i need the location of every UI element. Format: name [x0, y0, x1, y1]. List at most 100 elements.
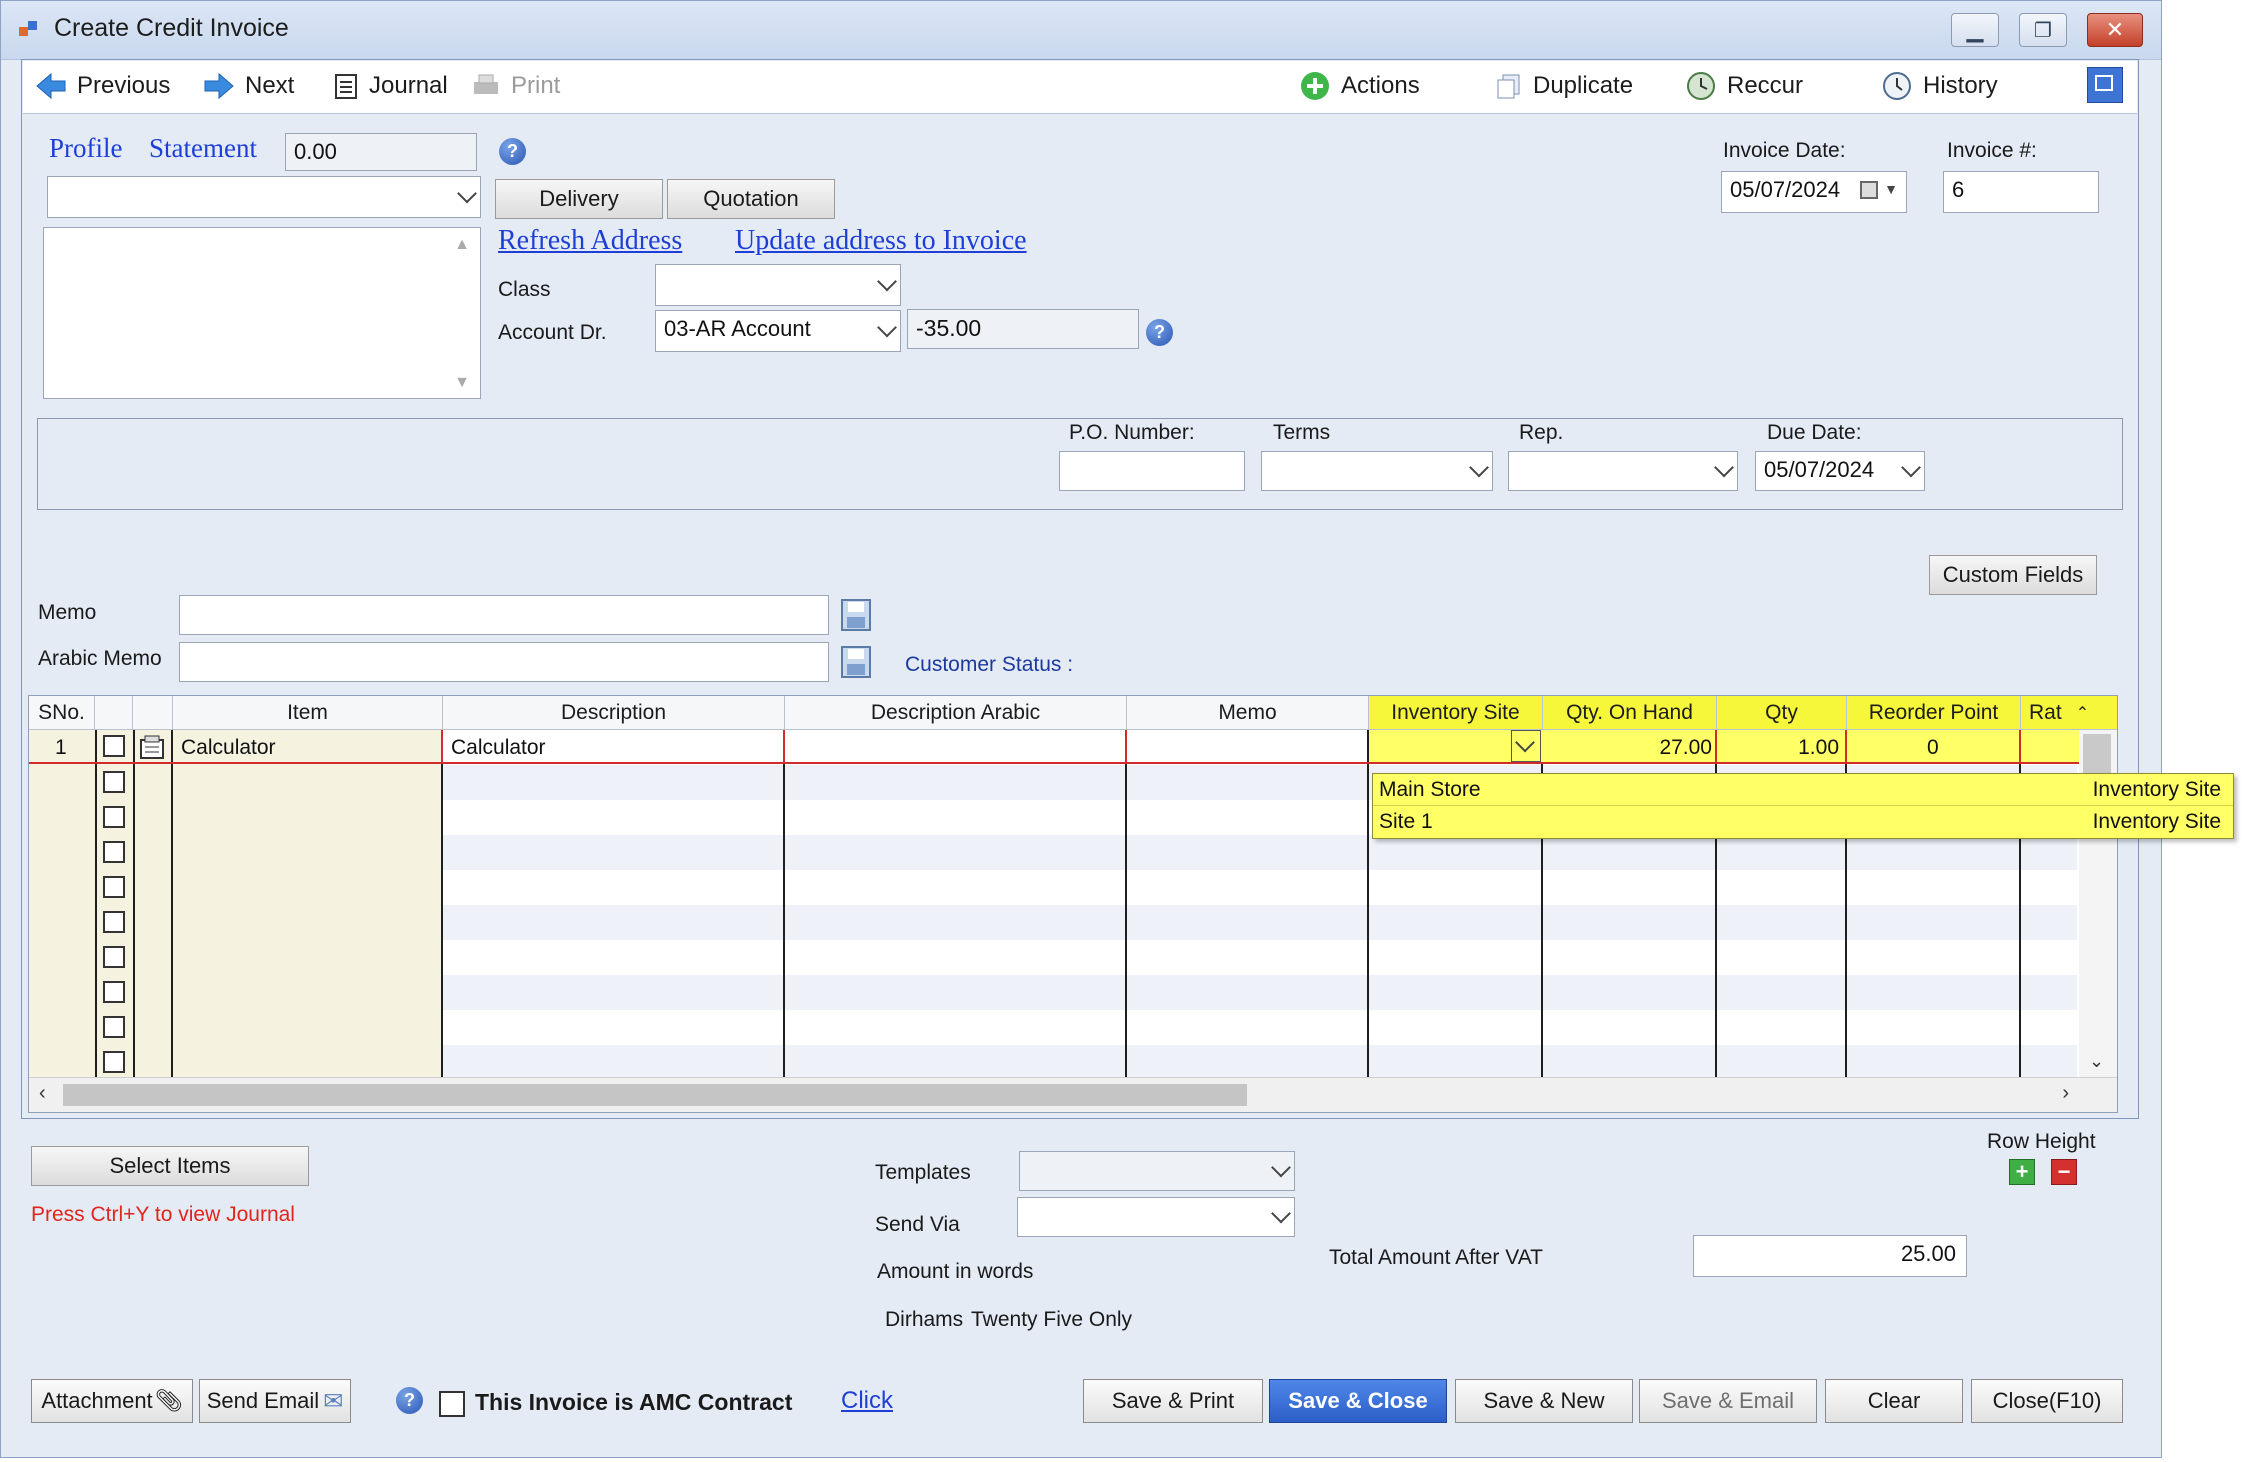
amc-contract-checkbox[interactable]: [439, 1391, 465, 1417]
dropdown-option[interactable]: Main Store Inventory Site: [1373, 774, 2233, 806]
window-toggle-button[interactable]: [2087, 67, 2123, 103]
row-item[interactable]: Calculator: [181, 736, 276, 760]
row-height-decrease-button[interactable]: −: [2051, 1159, 2077, 1185]
column-header-rate[interactable]: Rat ⌃: [2021, 696, 2117, 730]
invoice-date-label: Invoice Date:: [1723, 139, 1846, 162]
column-header-icon[interactable]: [133, 696, 173, 730]
option-type: Inventory Site: [2092, 778, 2221, 801]
horizontal-scroll-thumb[interactable]: [63, 1084, 1247, 1106]
send-email-button[interactable]: Send Email ✉: [199, 1379, 351, 1423]
refresh-address-link[interactable]: Refresh Address: [498, 225, 682, 257]
close-window-button[interactable]: ✕: [2087, 13, 2143, 47]
total-after-vat-label: Total Amount After VAT: [1329, 1246, 1543, 1269]
minimize-button[interactable]: ▁: [1951, 13, 1999, 47]
row-checkbox[interactable]: [103, 771, 125, 793]
column-header-sno[interactable]: SNo.: [29, 696, 95, 730]
actions-button[interactable]: Actions: [1299, 69, 1420, 103]
row-checkbox[interactable]: [103, 981, 125, 1003]
memo-save-button[interactable]: [839, 597, 873, 633]
row-checkbox[interactable]: [103, 1051, 125, 1073]
templates-select[interactable]: [1019, 1151, 1295, 1191]
memo-input[interactable]: [179, 595, 829, 635]
column-header-inventory-site[interactable]: Inventory Site: [1369, 696, 1543, 730]
actions-label: Actions: [1341, 72, 1420, 99]
delivery-button[interactable]: Delivery: [495, 179, 663, 219]
row-checkbox[interactable]: [103, 876, 125, 898]
chevron-down-icon: [1271, 1157, 1291, 1178]
statement-link[interactable]: Statement: [149, 133, 257, 164]
combo-dropdown-button[interactable]: [1511, 730, 1541, 762]
scroll-left-icon[interactable]: ‹: [39, 1082, 46, 1105]
update-address-link[interactable]: Update address to Invoice: [735, 225, 1027, 257]
table-row[interactable]: 1 Calculator Calculator 27.00 1.00 0: [29, 730, 2079, 764]
column-header-item[interactable]: Item: [173, 696, 443, 730]
due-date-field[interactable]: 05/07/2024: [1755, 451, 1925, 491]
inventory-site-dropdown: Main Store Inventory Site Site 1 Invento…: [1372, 773, 2234, 839]
billing-address-textarea[interactable]: ▲ ▼: [43, 227, 481, 399]
column-header-description-arabic[interactable]: Description Arabic: [785, 696, 1127, 730]
next-button[interactable]: Next: [203, 69, 294, 103]
save-new-button[interactable]: Save & New: [1455, 1379, 1633, 1423]
po-number-field[interactable]: [1059, 451, 1245, 491]
dropdown-option[interactable]: Site 1 Inventory Site: [1373, 806, 2233, 837]
scroll-right-icon[interactable]: ›: [2062, 1082, 2069, 1105]
arabic-memo-save-button[interactable]: [839, 644, 873, 680]
row-height-increase-button[interactable]: +: [2009, 1159, 2035, 1185]
profile-link[interactable]: Profile: [49, 133, 123, 164]
history-clock-icon: [1883, 72, 1911, 100]
item-details-icon[interactable]: [139, 734, 167, 760]
column-header-check[interactable]: [95, 696, 133, 730]
row-description[interactable]: Calculator: [451, 736, 546, 760]
rep-select[interactable]: [1508, 451, 1738, 491]
print-button[interactable]: Print: [471, 69, 560, 103]
vertical-scroll-thumb[interactable]: [2083, 734, 2111, 774]
reccur-button[interactable]: Reccur: [1685, 69, 1803, 103]
row-checkbox[interactable]: [103, 1016, 125, 1038]
history-button[interactable]: History: [1881, 69, 1998, 103]
arrow-left-icon: [36, 72, 66, 100]
custom-fields-button[interactable]: Custom Fields: [1929, 555, 2097, 595]
invoice-date-field[interactable]: 05/07/2024 ▼: [1721, 171, 1907, 213]
column-header-qty-on-hand[interactable]: Qty. On Hand: [1543, 696, 1717, 730]
row-checkbox[interactable]: [103, 735, 125, 757]
customer-select[interactable]: [47, 176, 481, 218]
arabic-memo-input[interactable]: [179, 642, 829, 682]
save-print-button[interactable]: Save & Print: [1083, 1379, 1263, 1423]
row-checkbox[interactable]: [103, 806, 125, 828]
terms-select[interactable]: [1261, 451, 1493, 491]
amc-click-link[interactable]: Click: [841, 1387, 893, 1415]
send-via-select[interactable]: [1017, 1197, 1295, 1237]
close-f10-button[interactable]: Close(F10): [1971, 1379, 2123, 1423]
help-icon[interactable]: ?: [396, 1387, 423, 1414]
horizontal-scrollbar[interactable]: ‹ ›: [29, 1077, 2117, 1112]
save-close-button[interactable]: Save & Close: [1269, 1379, 1447, 1423]
chevron-down-icon: [1469, 457, 1489, 478]
attachment-button[interactable]: Attachment 📎︎: [31, 1379, 193, 1423]
column-header-memo[interactable]: Memo: [1127, 696, 1369, 730]
memo-label: Memo: [38, 601, 97, 624]
help-icon[interactable]: ?: [1146, 319, 1173, 346]
journal-button[interactable]: Journal: [333, 69, 448, 103]
col-sep: [1367, 730, 1369, 1078]
duplicate-icon: [1497, 74, 1520, 99]
help-icon[interactable]: ?: [499, 138, 526, 165]
save-email-button[interactable]: Save & Email: [1639, 1379, 1817, 1423]
invoice-number-field[interactable]: 6: [1943, 171, 2099, 213]
column-header-qty[interactable]: Qty: [1717, 696, 1847, 730]
row-qty[interactable]: 1.00: [1729, 736, 1839, 760]
scroll-down-icon[interactable]: ⌄: [2089, 1051, 2104, 1072]
clear-button[interactable]: Clear: [1825, 1379, 1963, 1423]
inventory-site-combo[interactable]: [1369, 730, 1541, 762]
column-header-description[interactable]: Description: [443, 696, 785, 730]
duplicate-button[interactable]: Duplicate: [1495, 69, 1633, 103]
select-items-button[interactable]: Select Items: [31, 1146, 309, 1186]
row-checkbox[interactable]: [103, 911, 125, 933]
previous-button[interactable]: Previous: [35, 69, 170, 103]
row-checkbox[interactable]: [103, 946, 125, 968]
quotation-button[interactable]: Quotation: [667, 179, 835, 219]
account-select[interactable]: 03-AR Account: [655, 310, 901, 352]
column-header-reorder-point[interactable]: Reorder Point: [1847, 696, 2021, 730]
class-select[interactable]: [655, 264, 901, 306]
maximize-button[interactable]: ❐: [2019, 13, 2067, 47]
row-checkbox[interactable]: [103, 841, 125, 863]
